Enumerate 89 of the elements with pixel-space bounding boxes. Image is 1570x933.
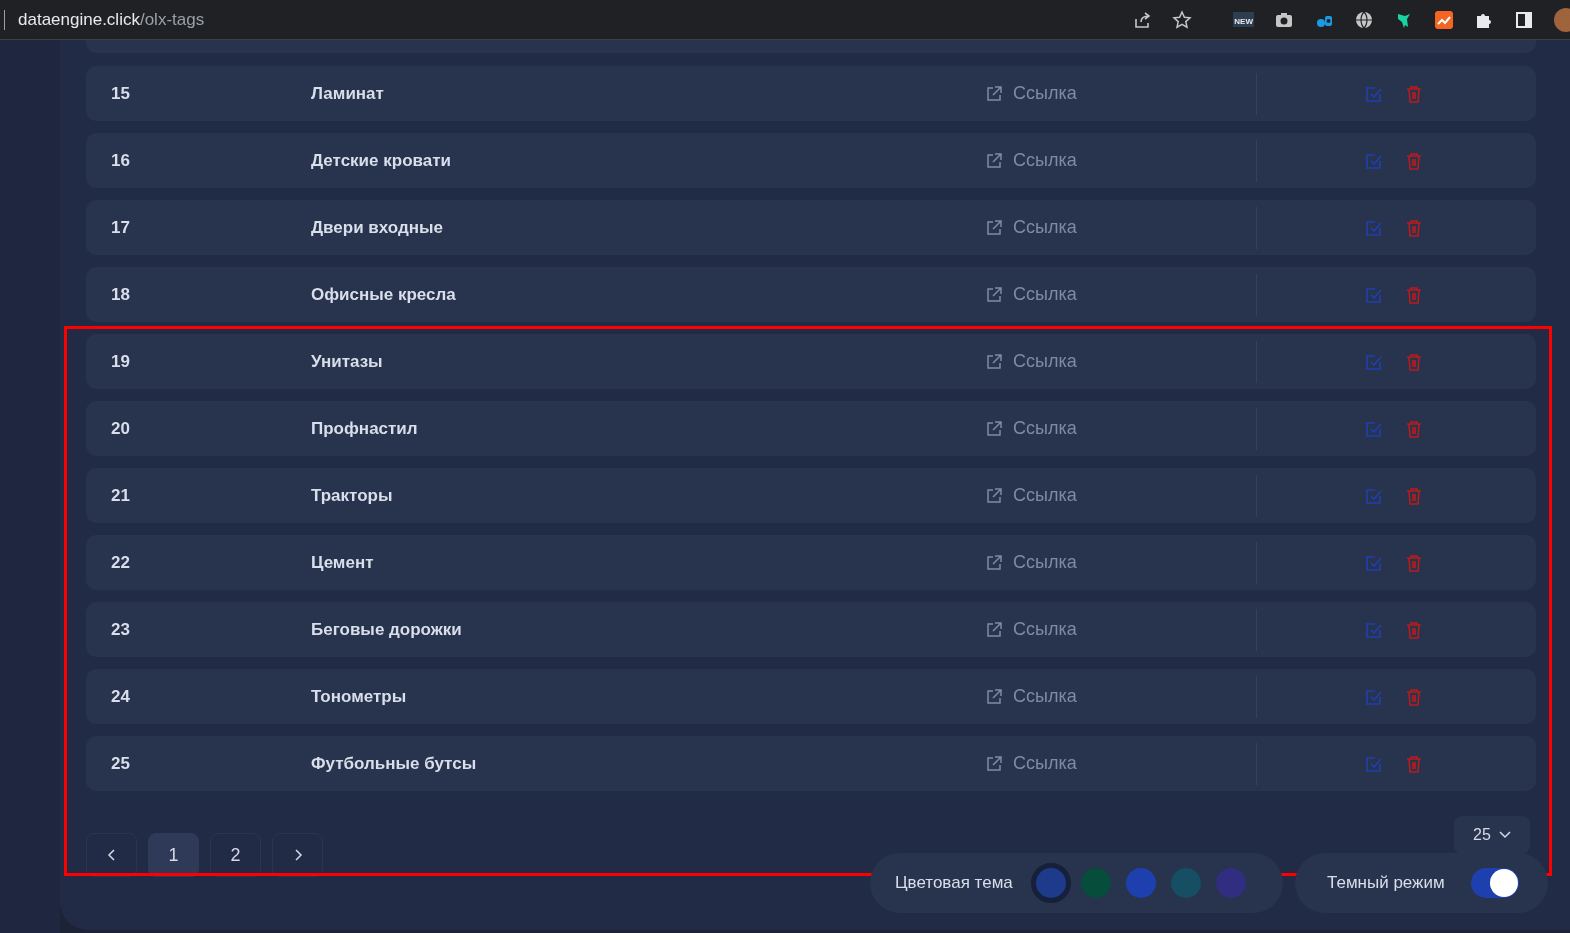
tag-name: Цемент	[311, 552, 375, 573]
external-link-icon	[985, 84, 1003, 103]
row-number: 24	[110, 686, 131, 707]
external-link-icon	[985, 553, 1003, 572]
globe-icon[interactable]	[1354, 9, 1374, 30]
external-link-icon	[985, 754, 1003, 773]
external-link-icon	[985, 486, 1003, 505]
tag-name: Детские кровати	[311, 150, 452, 171]
trash-icon[interactable]	[1404, 553, 1423, 572]
trash-icon[interactable]	[1404, 285, 1423, 304]
trash-icon[interactable]	[1404, 486, 1423, 505]
tag-name: Офисные кресла	[311, 284, 457, 305]
tag-name: Унитазы	[311, 351, 384, 372]
row-number: 22	[110, 552, 131, 573]
edit-icon[interactable]	[1364, 84, 1383, 103]
link[interactable]: Ссылка	[985, 351, 1256, 372]
next-page-button[interactable]	[272, 833, 323, 877]
trash-icon[interactable]	[1404, 218, 1423, 237]
tag-name: Футбольные бутсы	[311, 753, 478, 774]
edit-icon[interactable]	[1364, 285, 1383, 304]
row-number: 19	[110, 351, 131, 372]
link[interactable]: Ссылка	[985, 83, 1256, 104]
tag-name: Беговые дорожки	[311, 619, 463, 640]
trash-icon[interactable]	[1404, 419, 1423, 438]
link[interactable]: Ссылка	[985, 686, 1256, 707]
tag-name: Ламинат	[311, 83, 385, 104]
link[interactable]: Ссылка	[985, 150, 1256, 171]
trash-icon[interactable]	[1404, 151, 1423, 170]
row-number: 21	[110, 485, 131, 506]
color-swatch[interactable]	[1030, 863, 1071, 903]
external-link-icon	[985, 419, 1003, 438]
row-number: 16	[110, 150, 131, 171]
trash-icon[interactable]	[1404, 754, 1423, 773]
link[interactable]: Ссылка	[985, 619, 1256, 640]
external-link-icon	[985, 620, 1003, 639]
edit-icon[interactable]	[1364, 218, 1383, 237]
per-page-dropdown[interactable]: 25	[1454, 816, 1530, 854]
chart-icon[interactable]	[1434, 9, 1454, 30]
external-link-icon	[985, 151, 1003, 170]
row-number: 15	[110, 83, 131, 104]
dark-mode-toggle[interactable]	[1470, 868, 1519, 898]
color-swatch[interactable]	[1080, 868, 1111, 898]
share-icon[interactable]	[1132, 9, 1153, 30]
link[interactable]: Ссылка	[985, 753, 1256, 774]
row-number: 25	[110, 753, 131, 774]
trash-icon[interactable]	[1404, 352, 1423, 371]
color-swatch[interactable]	[1215, 868, 1246, 898]
external-link-icon	[985, 352, 1003, 371]
row-number: 17	[110, 217, 131, 238]
row-number: 18	[110, 284, 131, 305]
page-button[interactable]: 2	[210, 833, 261, 877]
edit-icon[interactable]	[1364, 151, 1383, 170]
chevron-left-icon	[106, 848, 117, 862]
edit-icon[interactable]	[1364, 687, 1383, 706]
extension-icon[interactable]: NEW	[1233, 12, 1254, 27]
tag-name: Двери входные	[311, 217, 445, 238]
link[interactable]: Ссылка	[985, 418, 1256, 439]
edit-icon[interactable]	[1364, 419, 1383, 438]
row-number: 20	[110, 418, 131, 439]
external-link-icon	[985, 687, 1003, 706]
edit-icon[interactable]	[1364, 754, 1383, 773]
tag-name: Профнастил	[311, 418, 419, 439]
address-field[interactable]: dataengine.click/olx-tags	[4, 9, 1133, 30]
edit-icon[interactable]	[1364, 486, 1383, 505]
star-icon[interactable]	[1172, 9, 1193, 30]
link[interactable]: Ссылка	[985, 217, 1256, 238]
color-theme-label: Цветовая тема	[895, 873, 1013, 893]
link[interactable]: Ссылка	[985, 552, 1256, 573]
color-swatch[interactable]	[1125, 868, 1156, 898]
chevron-down-icon	[1498, 831, 1511, 839]
chevron-right-icon	[292, 848, 303, 862]
edit-icon[interactable]	[1364, 620, 1383, 639]
trash-icon[interactable]	[1404, 84, 1423, 103]
trash-icon[interactable]	[1404, 620, 1423, 639]
edit-icon[interactable]	[1364, 553, 1383, 572]
previous-page-button[interactable]	[86, 833, 137, 877]
tag-name: Тракторы	[311, 485, 394, 506]
dark-mode-label: Темный режим	[1327, 873, 1445, 893]
link[interactable]: Ссылка	[985, 284, 1256, 305]
edit-icon[interactable]	[1364, 352, 1383, 371]
external-link-icon	[985, 218, 1003, 237]
page-button[interactable]: 1	[148, 833, 199, 877]
side-panel-icon[interactable]	[1514, 9, 1534, 30]
link[interactable]: Ссылка	[985, 485, 1256, 506]
color-swatch[interactable]	[1170, 868, 1201, 898]
row-number: 23	[110, 619, 131, 640]
tag-name: Тонометры	[311, 686, 408, 707]
trash-icon[interactable]	[1404, 687, 1423, 706]
external-link-icon	[985, 285, 1003, 304]
